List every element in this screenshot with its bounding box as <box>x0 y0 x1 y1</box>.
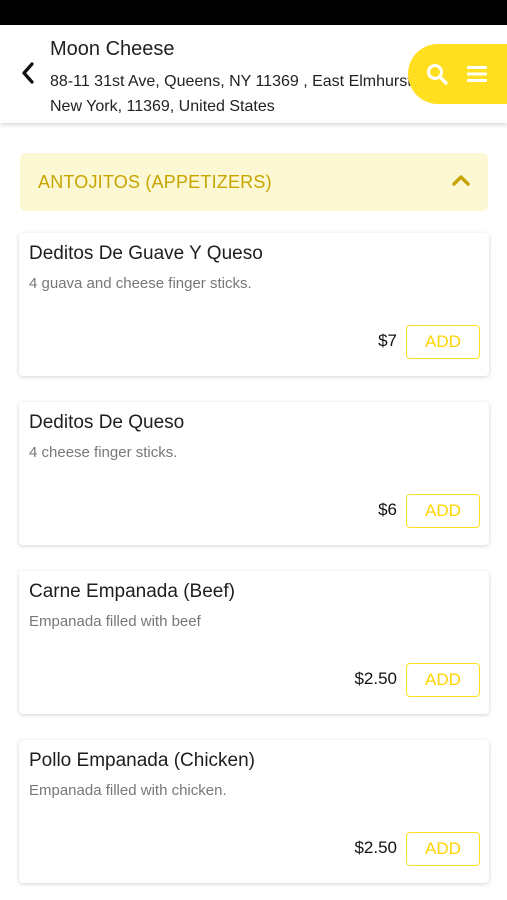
menu-content: ANTOJITOS (APPETIZERS) Deditos De Guave … <box>0 123 507 900</box>
app-header: Moon Cheese 88-11 31st Ave, Queens, NY 1… <box>0 25 507 123</box>
restaurant-address: 88-11 31st Ave, Queens, NY 11369 , East … <box>50 69 412 119</box>
add-button[interactable]: ADD <box>406 663 480 697</box>
menu-item-card[interactable]: Deditos De Queso 4 cheese finger sticks.… <box>19 402 489 545</box>
menu-item-card[interactable]: Pollo Empanada (Chicken) Empanada filled… <box>19 740 489 883</box>
menu-item-card[interactable]: Carne Empanada (Beef) Empanada filled wi… <box>19 571 489 714</box>
category-header[interactable]: ANTOJITOS (APPETIZERS) <box>20 153 488 211</box>
item-name: Deditos De Queso <box>29 412 185 433</box>
menu-item-card[interactable]: Deditos De Guave Y Queso 4 guava and che… <box>19 233 489 376</box>
item-price: $6 <box>378 500 397 519</box>
item-description: 4 guava and cheese finger sticks. <box>29 275 252 292</box>
item-name: Carne Empanada (Beef) <box>29 581 235 602</box>
search-icon <box>427 64 448 85</box>
add-button[interactable]: ADD <box>406 494 480 528</box>
item-description: Empanada filled with chicken. <box>29 782 227 799</box>
item-description: Empanada filled with beef <box>29 613 201 630</box>
hamburger-menu-icon <box>467 66 487 82</box>
menu-button[interactable] <box>464 61 490 87</box>
address-line-1: 88-11 31st Ave, Queens, NY 11369 , East … <box>50 73 412 90</box>
status-bar <box>0 0 507 25</box>
add-button[interactable]: ADD <box>406 832 480 866</box>
restaurant-name: Moon Cheese <box>50 38 175 60</box>
item-name: Deditos De Guave Y Queso <box>29 243 263 264</box>
item-price: $2.50 <box>354 669 397 688</box>
item-name: Pollo Empanada (Chicken) <box>29 750 256 771</box>
header-actions <box>408 44 507 104</box>
add-button[interactable]: ADD <box>406 325 480 359</box>
category-title: ANTOJITOS (APPETIZERS) <box>38 171 272 192</box>
search-button[interactable] <box>424 61 450 87</box>
item-description: 4 cheese finger sticks. <box>29 444 178 461</box>
back-button[interactable] <box>14 57 42 89</box>
chevron-up-icon <box>452 175 470 186</box>
item-price: $2.50 <box>354 838 397 857</box>
chevron-left-icon <box>22 62 34 84</box>
item-price: $7 <box>378 331 397 350</box>
address-line-2: New York, 11369, United States <box>50 98 275 115</box>
